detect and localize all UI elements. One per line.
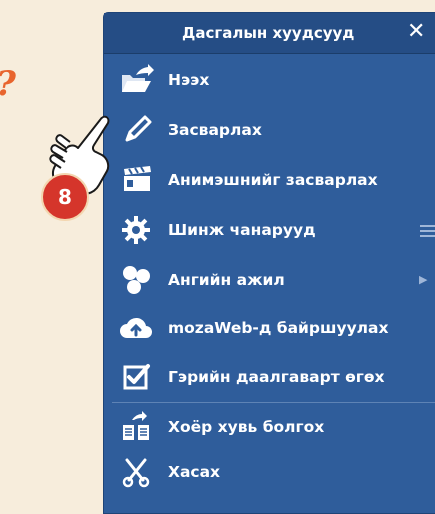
menu-item-properties[interactable]: Шинж чанарууд [104,213,435,247]
menu-item-duplicate[interactable]: Хоёр хувь болгох [104,410,435,444]
menu-header: Дасгалын хуудсууд ✕ [104,13,435,54]
close-icon[interactable]: ✕ [407,19,425,44]
menu-item-label: Хасах [168,463,221,481]
drag-handle-icon[interactable] [420,223,435,242]
menu-item-label: Засварлах [168,121,262,139]
open-folder-icon [118,63,154,97]
menu-separator [112,402,435,403]
menu-item-label: mozaWeb-д байршуулах [168,319,389,337]
background-question-mark: ? [0,64,16,104]
menu-item-upload-mozaweb[interactable]: mozaWeb-д байршуулах [104,311,435,345]
gear-icon [118,213,154,247]
menu-item-classwork[interactable]: Ангийн ажил ▶ [104,263,435,297]
menu-item-edit[interactable]: Засварлах [104,113,435,147]
menu-item-edit-animation[interactable]: Анимэшнийг засварлах [104,163,435,197]
menu-item-label: Анимэшнийг засварлах [168,171,378,189]
step-number-badge: 8 [41,173,89,221]
menu-item-open[interactable]: Нээх [104,63,435,97]
homework-checkbox-icon [118,360,154,394]
menu-item-label: Хоёр хувь болгох [168,418,325,436]
scissors-icon [118,455,154,489]
menu-item-label: Ангийн ажил [168,271,285,289]
menu-item-label: Шинж чанарууд [168,221,316,239]
classwork-icon [118,263,154,297]
menu-item-delete[interactable]: Хасах [104,455,435,489]
menu-item-assign-homework[interactable]: Гэрийн даалгаварт өгөх [104,360,435,394]
submenu-arrow-icon: ▶ [419,273,428,286]
menu-item-label: Гэрийн даалгаварт өгөх [168,368,385,386]
cloud-upload-icon [118,311,154,345]
menu-title: Дасгалын хуудсууд [182,24,355,42]
menu-item-label: Нээх [168,71,210,89]
duplicate-icon [118,410,154,444]
context-menu: Дасгалын хуудсууд ✕ Нээх Засварлах Анимэ… [103,12,435,514]
